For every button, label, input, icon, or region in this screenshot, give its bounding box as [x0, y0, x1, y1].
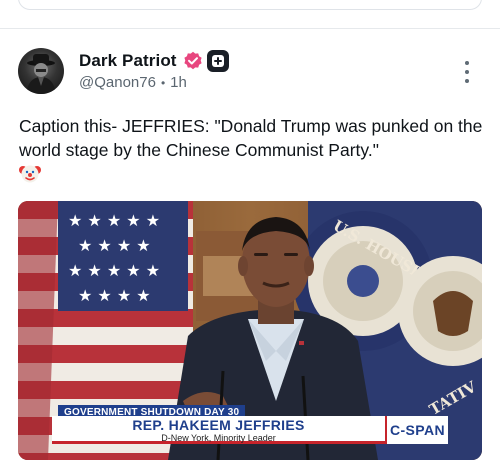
previous-post-card	[18, 0, 482, 10]
clown-face-icon	[19, 165, 41, 183]
chyron: REP. HAKEEM JEFFRIES D-New York, Minorit…	[52, 416, 385, 444]
post-timestamp[interactable]: 1h	[170, 74, 187, 91]
plus-badge-icon	[206, 50, 229, 72]
svg-text:★ ★ ★ ★ ★: ★ ★ ★ ★ ★	[68, 261, 160, 280]
user-handle[interactable]: @Qanon76	[79, 74, 156, 91]
display-name[interactable]: Dark Patriot	[79, 51, 177, 71]
avatar[interactable]	[18, 48, 64, 94]
video-thumbnail[interactable]: ★ ★ ★ ★ ★ ★ ★ ★ ★ ★ ★ ★ ★ ★ ★ ★ ★ ★ U.S.…	[18, 201, 482, 460]
author-name-row: Dark Patriot	[79, 50, 229, 72]
chyron-name: REP. HAKEEM JEFFRIES	[132, 417, 305, 433]
avatar-figure-icon	[26, 54, 56, 94]
post-text: Caption this- JEFFRIES: "Donald Trump wa…	[19, 116, 483, 160]
cspan-logo: C-SPAN	[385, 416, 448, 444]
more-options-icon[interactable]	[457, 58, 477, 86]
verified-badge-icon	[183, 51, 202, 70]
chyron-subtitle: D-New York, Minority Leader	[161, 433, 276, 443]
post-divider	[0, 28, 500, 29]
handle-row: @Qanon76 • 1h	[79, 74, 187, 91]
svg-text:★ ★ ★ ★: ★ ★ ★ ★	[78, 286, 151, 305]
svg-text:★ ★ ★ ★: ★ ★ ★ ★	[78, 236, 151, 255]
svg-text:★ ★ ★ ★ ★: ★ ★ ★ ★ ★	[68, 211, 160, 230]
separator-dot: •	[160, 75, 166, 90]
